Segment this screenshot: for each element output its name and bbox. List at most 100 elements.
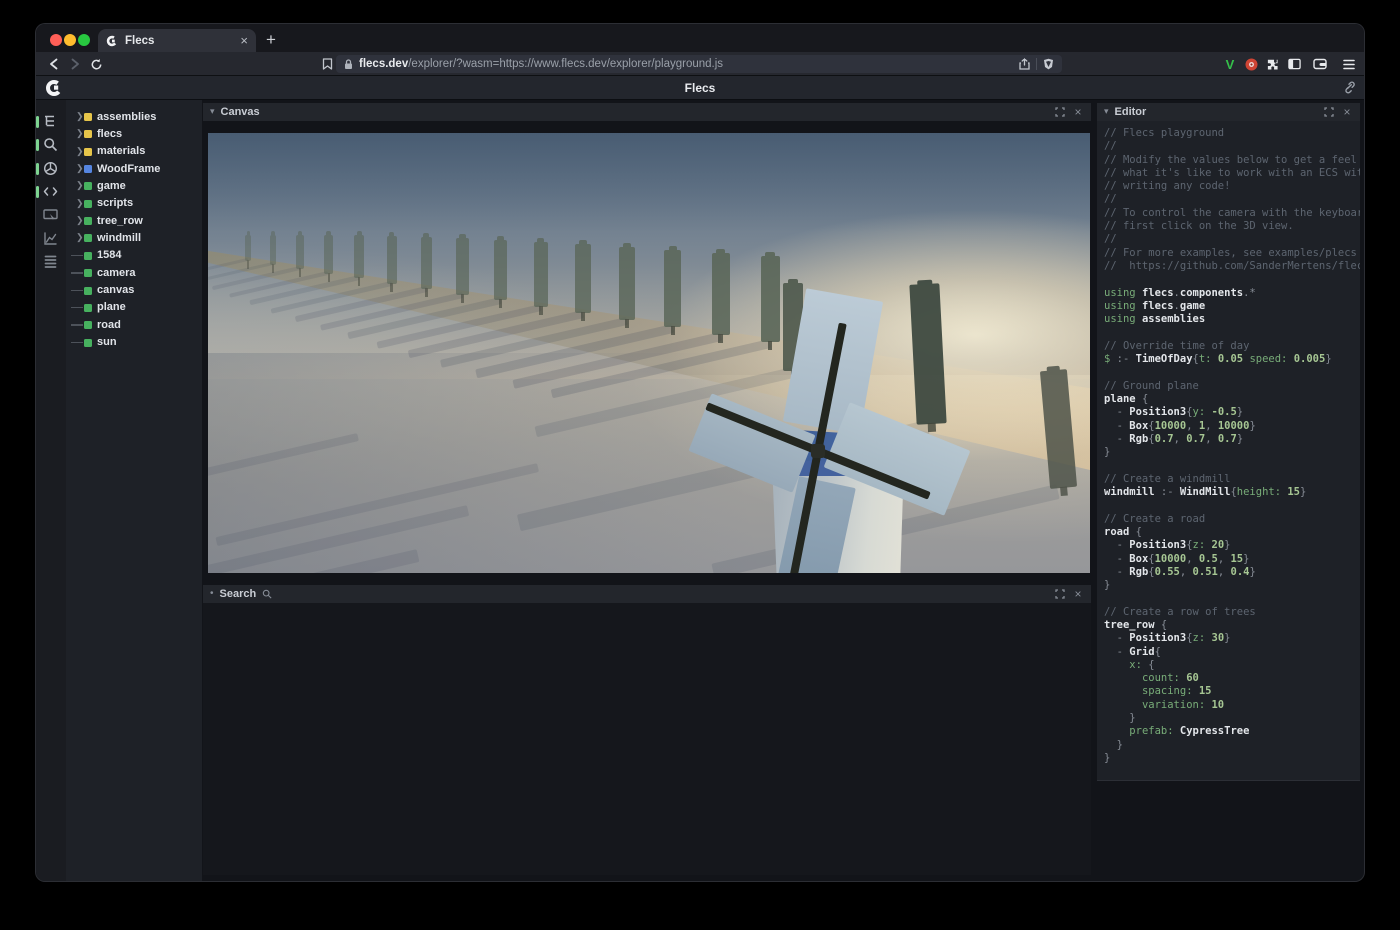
chevron-down-icon[interactable]: ▾: [1104, 106, 1109, 117]
code-line: }: [1104, 446, 1360, 459]
expand-arrow-icon[interactable]: ❯: [76, 146, 84, 157]
page-title: Flecs: [36, 81, 1364, 95]
extension-red-icon[interactable]: [1243, 56, 1259, 72]
code-line: tree_row {: [1104, 619, 1360, 632]
extension-v-icon[interactable]: V: [1222, 56, 1238, 72]
share-icon[interactable]: [1019, 58, 1030, 70]
tree-item-canvas[interactable]: canvas: [66, 282, 202, 299]
expand-arrow-icon[interactable]: ❯: [76, 215, 84, 226]
tree-item-WoodFrame[interactable]: ❯ WoodFrame: [66, 160, 202, 177]
tree-item-road[interactable]: road: [66, 316, 202, 333]
entity-label: sun: [97, 336, 117, 348]
tab-close-icon[interactable]: ×: [240, 34, 248, 47]
search-tool-icon[interactable]: [43, 137, 60, 154]
tree-item-windmill[interactable]: ❯ windmill: [66, 229, 202, 246]
entity-tree-panel: ❯assemblies❯flecs❯materials❯WoodFrame❯ga…: [66, 100, 202, 881]
entity-label: plane: [97, 301, 126, 313]
expand-arrow-icon[interactable]: ❯: [76, 198, 84, 209]
entity-color-swatch: [84, 287, 92, 295]
tree-item-sun[interactable]: sun: [66, 334, 202, 351]
inspector-tool-icon[interactable]: [43, 208, 60, 225]
tree-item-tree_row[interactable]: ❯ tree_row: [66, 212, 202, 229]
entity-label: camera: [97, 267, 136, 279]
expand-arrow-icon[interactable]: ❯: [76, 180, 84, 191]
url-path: /explorer/?wasm=https://www.flecs.dev/ex…: [408, 58, 723, 70]
fullscreen-icon[interactable]: [1054, 106, 1066, 118]
tree-item-1584[interactable]: 1584: [66, 247, 202, 264]
collapsed-bullet-icon[interactable]: •: [210, 588, 214, 599]
tree-item-camera[interactable]: camera: [66, 264, 202, 281]
scene-3d-tool-icon[interactable]: [43, 161, 60, 178]
tree-item-assemblies[interactable]: ❯assemblies: [66, 108, 202, 125]
code-line: - Box{10000, 1, 10000}: [1104, 420, 1360, 433]
statistics-tool-icon[interactable]: [43, 231, 60, 248]
windmill-hub: [811, 444, 825, 458]
search-panel-body[interactable]: [203, 603, 1091, 875]
url-bar[interactable]: flecs.dev/explorer/?wasm=https://www.fle…: [336, 55, 1062, 73]
close-icon[interactable]: ×: [1341, 106, 1353, 118]
tab-title: Flecs: [125, 35, 233, 47]
chevron-down-icon[interactable]: ▾: [210, 106, 215, 117]
browser-tab[interactable]: Flecs ×: [98, 29, 256, 52]
leaf-dash: [71, 324, 83, 326]
fullscreen-icon[interactable]: [1323, 106, 1335, 118]
extensions-puzzle-icon[interactable]: [1265, 56, 1281, 72]
code-line: using flecs.game: [1104, 300, 1360, 313]
search-icon: [262, 589, 272, 599]
code-line: [1104, 366, 1360, 379]
tree-item-materials[interactable]: ❯materials: [66, 143, 202, 160]
sidebar-toggle-icon[interactable]: [1286, 56, 1302, 72]
minimize-window-button[interactable]: [64, 34, 76, 46]
bookmark-icon[interactable]: [319, 56, 335, 72]
code-line: // Create a windmill: [1104, 473, 1360, 486]
close-icon[interactable]: ×: [1072, 588, 1084, 600]
canvas-3d-view[interactable]: [208, 133, 1090, 573]
fullscreen-icon[interactable]: [1054, 588, 1066, 600]
wallet-icon[interactable]: [1312, 56, 1328, 72]
close-window-button[interactable]: [50, 34, 62, 46]
entity-label: scripts: [97, 197, 133, 209]
url-domain: flecs.dev: [359, 58, 408, 70]
code-editor[interactable]: // Flecs playground//// Modify the value…: [1097, 121, 1360, 781]
brave-shield-icon[interactable]: [1043, 58, 1054, 70]
expand-arrow-icon[interactable]: ❯: [76, 163, 84, 174]
code-line: using flecs.components.*: [1104, 287, 1360, 300]
entity-label: WoodFrame: [97, 163, 160, 175]
close-icon[interactable]: ×: [1072, 106, 1084, 118]
reload-icon[interactable]: [88, 56, 104, 72]
code-line: // Flecs playground: [1104, 127, 1360, 140]
entity-label: tree_row: [97, 215, 143, 227]
entity-label: windmill: [97, 232, 141, 244]
share-link-icon[interactable]: [1342, 81, 1355, 94]
url-text: flecs.dev/explorer/?wasm=https://www.fle…: [359, 58, 1013, 70]
maximize-window-button[interactable]: [78, 34, 90, 46]
navigation-bar: flecs.dev/explorer/?wasm=https://www.fle…: [36, 52, 1364, 76]
entities-tree-tool-icon[interactable]: [43, 114, 60, 131]
expand-arrow-icon[interactable]: ❯: [76, 232, 84, 243]
code-line: [1104, 326, 1360, 339]
sky-vignette: [208, 133, 1090, 243]
forward-icon[interactable]: [67, 56, 83, 72]
cypress-tree: [619, 247, 635, 320]
code-line: // first click on the 3D view.: [1104, 220, 1360, 233]
queries-tool-icon[interactable]: [43, 254, 60, 271]
code-line: //: [1104, 140, 1360, 153]
back-icon[interactable]: [46, 56, 62, 72]
tree-item-plane[interactable]: plane: [66, 299, 202, 316]
entity-color-swatch: [84, 304, 92, 312]
code-line: // writing any code!: [1104, 180, 1360, 193]
expand-arrow-icon[interactable]: ❯: [76, 111, 84, 122]
tree-item-game[interactable]: ❯game: [66, 177, 202, 194]
code-line: }: [1104, 712, 1360, 725]
new-tab-button[interactable]: +: [266, 30, 276, 50]
menu-icon[interactable]: [1341, 56, 1357, 72]
code-line: count: 60: [1104, 672, 1360, 685]
tree-item-scripts[interactable]: ❯ scripts: [66, 195, 202, 212]
code-tool-icon[interactable]: [43, 184, 60, 201]
app-header: Flecs: [36, 76, 1364, 100]
code-line: [1104, 592, 1360, 605]
tree-item-flecs[interactable]: ❯flecs: [66, 125, 202, 142]
cypress-tree: [761, 256, 780, 342]
expand-arrow-icon[interactable]: ❯: [76, 128, 84, 139]
code-line: // Override time of day: [1104, 340, 1360, 353]
